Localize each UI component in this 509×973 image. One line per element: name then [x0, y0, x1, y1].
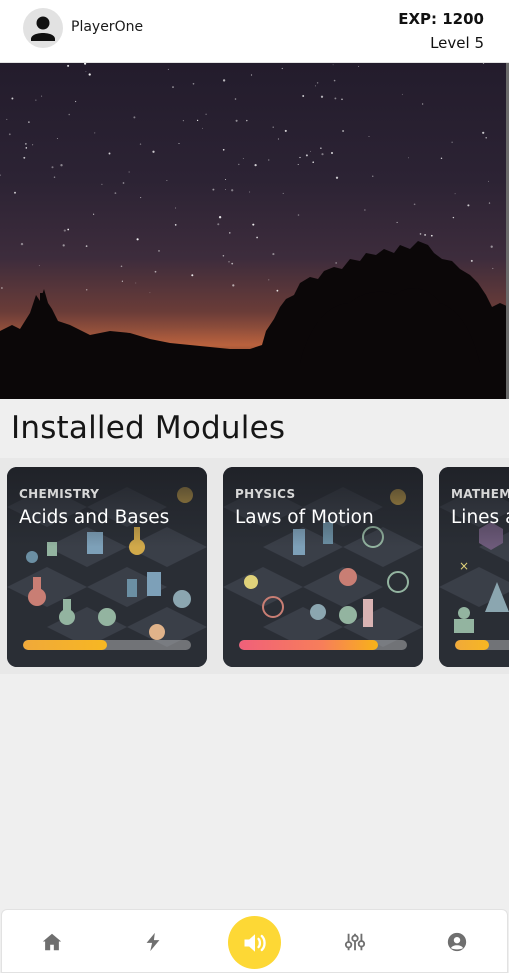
module-progress-fill — [239, 640, 379, 650]
speaker-icon — [244, 933, 266, 952]
module-category: MATHEMATICS — [451, 487, 509, 501]
section-title: Installed Modules — [11, 410, 286, 446]
bottom-navigation — [1, 909, 508, 973]
nav-settings-button[interactable] — [325, 910, 385, 973]
module-progress-bar — [23, 640, 191, 650]
exp-counter: EXP: 1200 — [398, 10, 484, 28]
module-progress-fill — [23, 640, 107, 650]
hero-banner-image — [0, 63, 509, 399]
module-category: CHEMISTRY — [19, 487, 100, 501]
username: PlayerOne — [71, 19, 144, 35]
module-category: PHYSICS — [235, 487, 296, 501]
home-icon — [42, 933, 62, 951]
top-bar: PlayerOne EXP: 1200 Level 5 — [0, 0, 509, 63]
module-progress-bar — [239, 640, 407, 650]
modules-carousel[interactable]: CHEMISTRY Acids and Bases PHYSICS Laws o… — [0, 458, 509, 674]
avatar[interactable] — [23, 8, 63, 48]
nav-home-button[interactable] — [22, 910, 82, 973]
person-icon — [31, 16, 55, 41]
module-title: Laws of Motion — [235, 507, 374, 528]
module-progress-bar — [455, 640, 509, 650]
module-card-physics[interactable]: PHYSICS Laws of Motion — [223, 467, 423, 667]
module-card-mathematics[interactable]: × MATHEMATICS Lines and Angles — [439, 467, 509, 667]
nav-lightning-button[interactable] — [123, 910, 183, 973]
module-title: Acids and Bases — [19, 507, 170, 528]
module-progress-fill — [455, 640, 489, 650]
account-circle-icon — [447, 932, 467, 952]
module-title: Lines and Angles — [451, 507, 509, 528]
svg-text:×: × — [459, 559, 469, 573]
module-card-chemistry[interactable]: CHEMISTRY Acids and Bases — [7, 467, 207, 667]
lightning-icon — [146, 932, 160, 952]
nav-profile-button[interactable] — [427, 910, 487, 973]
level-label: Level 5 — [430, 34, 484, 52]
nav-audio-button[interactable] — [228, 916, 281, 969]
sliders-icon — [344, 933, 366, 951]
